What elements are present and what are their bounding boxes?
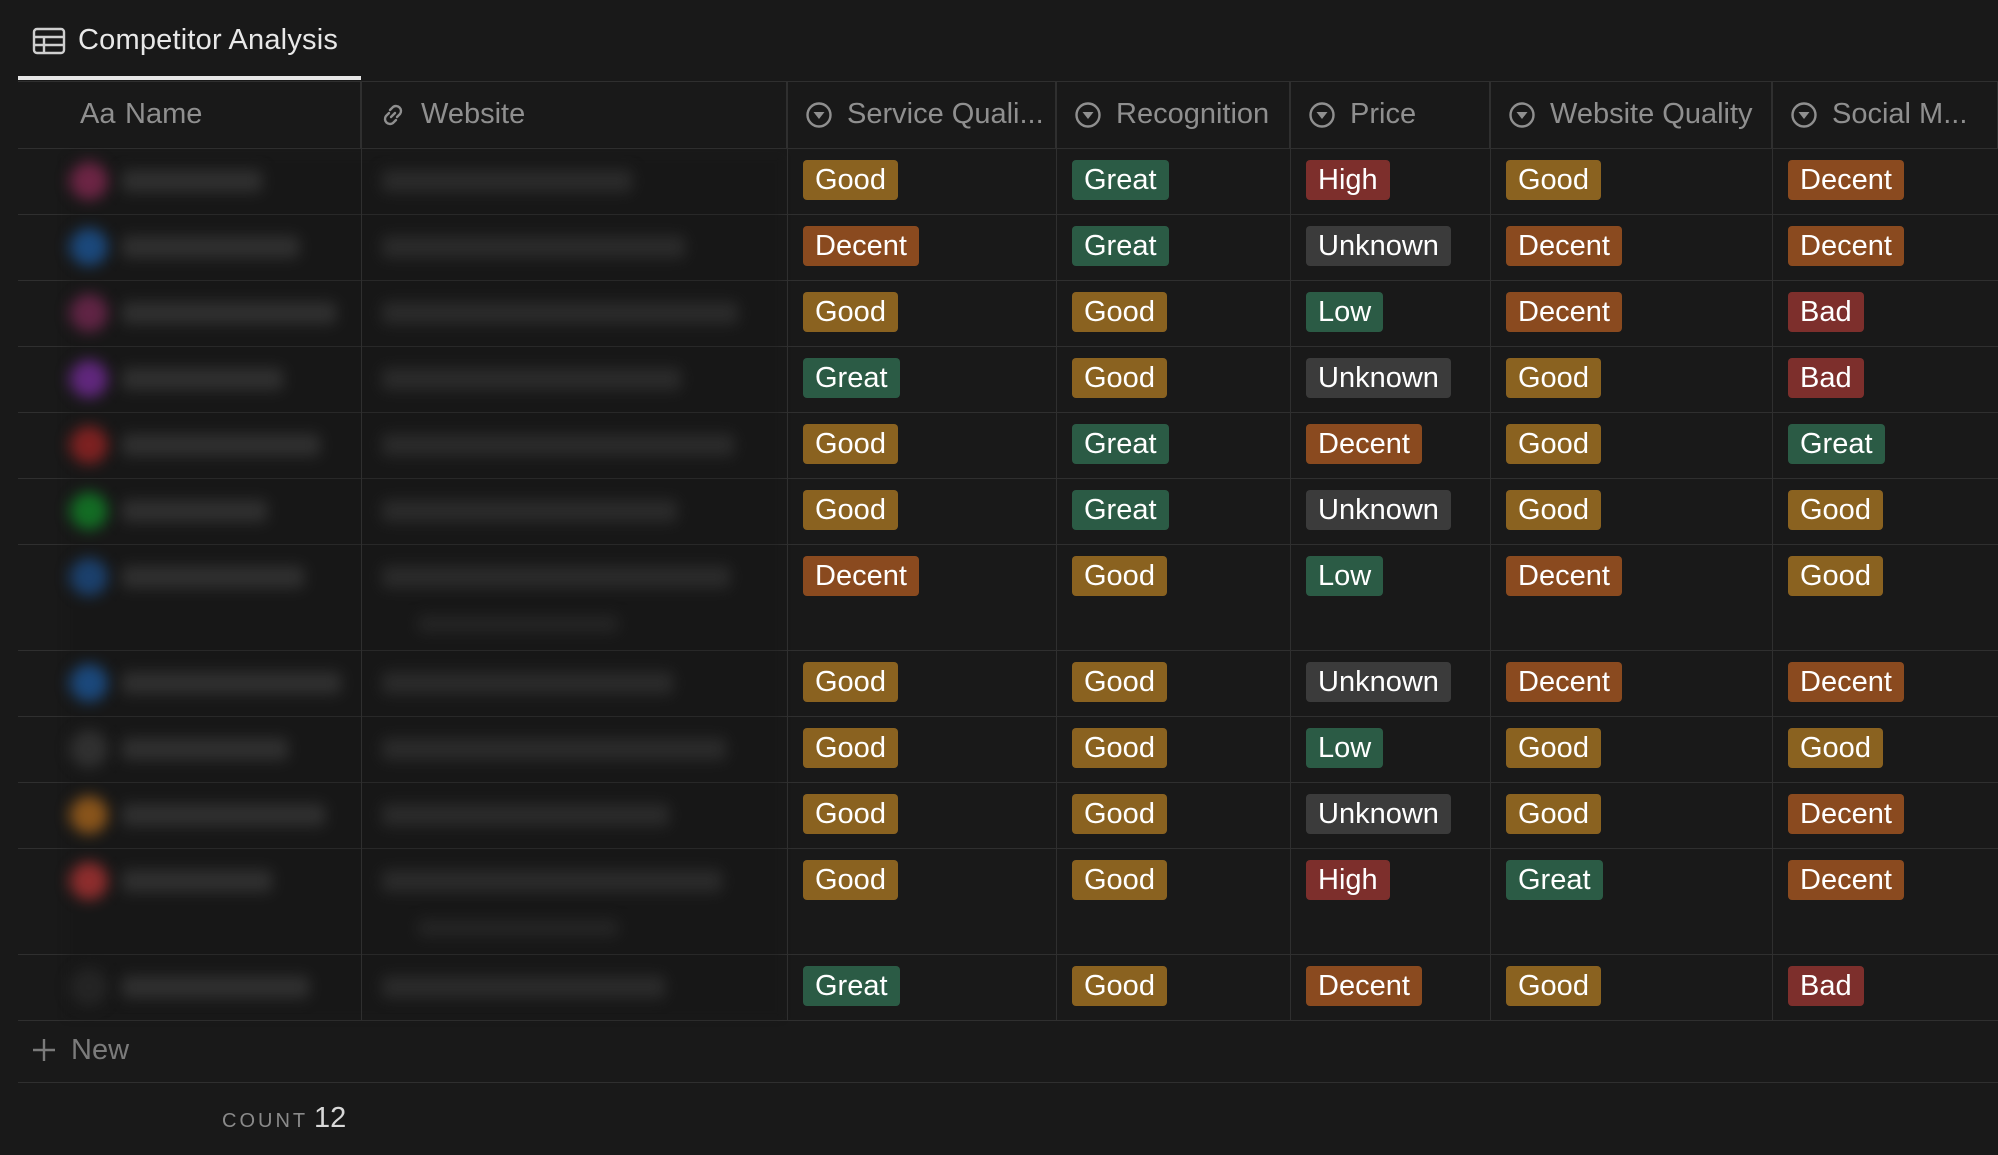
column-header-webquality[interactable]: Website Quality — [1490, 82, 1772, 148]
tag-unknown[interactable]: Unknown — [1306, 490, 1451, 530]
tag-decent[interactable]: Decent — [1788, 662, 1904, 702]
select-property-icon — [1509, 102, 1535, 128]
column-header-social[interactable]: Social M... — [1772, 82, 1998, 148]
tag-good[interactable]: Good — [1788, 556, 1883, 596]
column-header-label: Name — [125, 98, 203, 130]
column-divider — [787, 82, 788, 1020]
tag-good[interactable]: Good — [1072, 292, 1167, 332]
column-header-label: Website — [421, 98, 526, 130]
count-label[interactable]: COUNT — [222, 1110, 308, 1133]
tag-great[interactable]: Great — [1506, 860, 1603, 900]
tag-good[interactable]: Good — [803, 160, 898, 200]
column-divider — [1772, 82, 1773, 1020]
tag-good[interactable]: Good — [1506, 966, 1601, 1006]
tag-low[interactable]: Low — [1306, 728, 1384, 768]
new-row-label: New — [71, 1034, 130, 1066]
tag-good[interactable]: Good — [1506, 490, 1601, 530]
tag-good[interactable]: Good — [1072, 794, 1167, 834]
tag-good[interactable]: Good — [803, 728, 898, 768]
tag-good[interactable]: Good — [803, 292, 898, 332]
tag-good[interactable]: Good — [1506, 160, 1601, 200]
tag-bad[interactable]: Bad — [1788, 358, 1864, 398]
column-divider — [1056, 82, 1057, 1020]
tag-great[interactable]: Great — [1072, 226, 1169, 266]
tag-good[interactable]: Good — [1072, 860, 1167, 900]
title-aa-icon: Aa — [80, 98, 116, 130]
column-header-label: Recognition — [1116, 98, 1270, 130]
select-property-icon — [806, 102, 832, 128]
tag-good[interactable]: Good — [803, 662, 898, 702]
tag-decent[interactable]: Decent — [1506, 556, 1622, 596]
column-header-label: Price — [1350, 98, 1417, 130]
tag-great[interactable]: Great — [803, 966, 900, 1006]
tag-decent[interactable]: Decent — [1506, 226, 1622, 266]
column-header-service[interactable]: Service Quali... — [787, 82, 1056, 148]
column-divider — [361, 82, 362, 1020]
tag-good[interactable]: Good — [803, 424, 898, 464]
tag-good[interactable]: Good — [1072, 556, 1167, 596]
tag-great[interactable]: Great — [1072, 490, 1169, 530]
column-divider — [1290, 82, 1291, 1020]
tag-low[interactable]: Low — [1306, 292, 1384, 332]
tag-great[interactable]: Great — [1072, 424, 1169, 464]
count-value: 12 — [314, 1102, 347, 1134]
view-tab-label: Competitor Analysis — [78, 24, 339, 56]
redaction-overlay — [66, 156, 782, 1018]
tag-good[interactable]: Good — [1072, 662, 1167, 702]
tag-decent[interactable]: Decent — [1306, 966, 1422, 1006]
column-divider — [1490, 82, 1491, 1020]
tag-good[interactable]: Good — [803, 490, 898, 530]
tag-unknown[interactable]: Unknown — [1306, 226, 1451, 266]
tag-decent[interactable]: Decent — [1788, 794, 1904, 834]
new-row-button[interactable]: New — [18, 1020, 1998, 1082]
tag-good[interactable]: Good — [1072, 358, 1167, 398]
tag-decent[interactable]: Decent — [1788, 160, 1904, 200]
tag-decent[interactable]: Decent — [1306, 424, 1422, 464]
tag-good[interactable]: Good — [1788, 490, 1883, 530]
tag-bad[interactable]: Bad — [1788, 966, 1864, 1006]
tag-good[interactable]: Good — [1506, 358, 1601, 398]
tag-high[interactable]: High — [1306, 860, 1390, 900]
tag-great[interactable]: Great — [1072, 160, 1169, 200]
column-header-price[interactable]: Price — [1290, 82, 1490, 148]
column-header-website[interactable]: Website — [361, 82, 787, 148]
tag-low[interactable]: Low — [1306, 556, 1384, 596]
calculation-bar: COUNT 12 — [18, 1085, 1998, 1155]
tag-unknown[interactable]: Unknown — [1306, 662, 1451, 702]
tag-good[interactable]: Good — [1506, 728, 1601, 768]
select-property-icon — [1791, 102, 1817, 128]
tag-great[interactable]: Great — [803, 358, 900, 398]
tag-unknown[interactable]: Unknown — [1306, 794, 1451, 834]
select-property-icon — [1075, 102, 1101, 128]
tag-good[interactable]: Good — [803, 794, 898, 834]
tag-good[interactable]: Good — [1072, 728, 1167, 768]
table-icon — [32, 27, 66, 55]
view-tab-competitor-analysis[interactable]: Competitor Analysis — [18, 0, 361, 80]
tag-good[interactable]: Good — [1072, 966, 1167, 1006]
tag-good[interactable]: Good — [803, 860, 898, 900]
tag-high[interactable]: High — [1306, 160, 1390, 200]
column-header-name[interactable]: Aa Name — [18, 82, 361, 148]
tag-decent[interactable]: Decent — [803, 226, 919, 266]
plus-icon — [33, 1039, 55, 1061]
column-header-recognition[interactable]: Recognition — [1056, 82, 1290, 148]
column-header-label: Website Quality — [1550, 98, 1753, 130]
tag-decent[interactable]: Decent — [1788, 860, 1904, 900]
tag-decent[interactable]: Decent — [1506, 292, 1622, 332]
select-property-icon — [1309, 102, 1335, 128]
link-icon — [383, 104, 403, 126]
tag-decent[interactable]: Decent — [803, 556, 919, 596]
tag-decent[interactable]: Decent — [1506, 662, 1622, 702]
view-tab-bar: Competitor Analysis — [18, 0, 1998, 82]
tag-great[interactable]: Great — [1788, 424, 1885, 464]
tag-good[interactable]: Good — [1788, 728, 1883, 768]
column-header-label: Social M... — [1832, 98, 1968, 130]
tag-good[interactable]: Good — [1506, 794, 1601, 834]
tag-bad[interactable]: Bad — [1788, 292, 1864, 332]
tag-decent[interactable]: Decent — [1788, 226, 1904, 266]
divider — [18, 1082, 1998, 1083]
column-header-label: Service Quali... — [847, 98, 1044, 130]
tag-unknown[interactable]: Unknown — [1306, 358, 1451, 398]
tag-good[interactable]: Good — [1506, 424, 1601, 464]
